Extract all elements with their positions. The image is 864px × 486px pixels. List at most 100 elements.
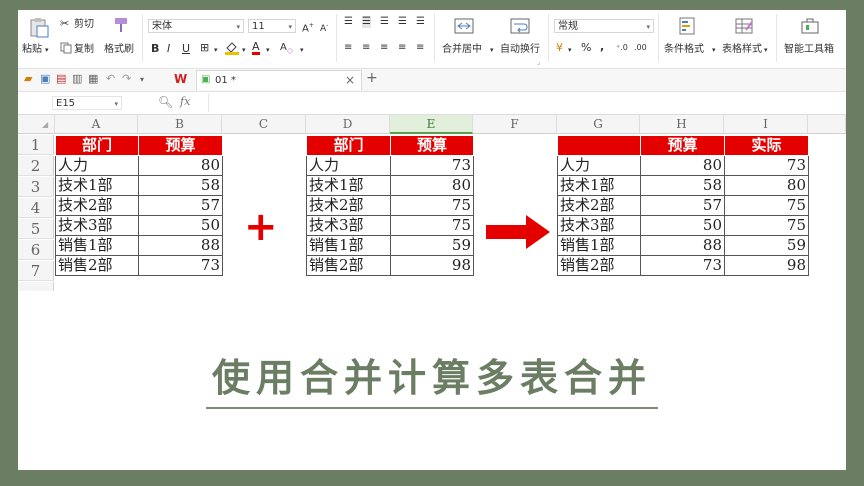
indent-icon[interactable]: ☰ (398, 16, 407, 28)
dept-cell[interactable]: 技术1部 (306, 175, 391, 196)
align-bottom-icon[interactable]: ☰ (380, 16, 389, 28)
row-header[interactable]: 4 (18, 198, 54, 218)
value-cell[interactable]: 50 (138, 215, 223, 236)
table-header-cell[interactable]: 预算 (640, 135, 725, 156)
underline-button[interactable]: U (182, 43, 190, 55)
chevron-down-icon[interactable]: ▾ (242, 44, 246, 56)
dept-cell[interactable]: 人力 (557, 155, 641, 176)
table-header-cell[interactable]: 部门 (55, 135, 139, 156)
decrease-decimal-icon[interactable]: .00 (634, 42, 647, 54)
column-header[interactable]: D (306, 115, 390, 134)
dept-cell[interactable]: 技术1部 (557, 175, 641, 196)
value-cell[interactable]: 73 (138, 255, 223, 276)
actual-cell[interactable]: 73 (724, 155, 809, 176)
borders-icon[interactable]: ⊞ (200, 42, 209, 54)
document-tab[interactable]: ▣ 01 * × (196, 70, 362, 90)
justify-icon[interactable]: ≡ (398, 42, 406, 54)
row-header[interactable]: 2 (18, 156, 54, 176)
align-top-icon[interactable]: ☰ (344, 16, 353, 28)
row-header[interactable]: 3 (18, 177, 54, 197)
export-pdf-icon[interactable]: ▤ (56, 73, 66, 85)
table-header-cell[interactable]: 预算 (390, 135, 474, 156)
dept-cell[interactable]: 销售1部 (306, 235, 391, 256)
worksheet-grid[interactable]: ◢ A B C D E F G H I 1 2 3 4 5 6 7 部门 预算 人… (18, 115, 846, 291)
clear-format-icon[interactable]: A◇ (280, 42, 293, 57)
column-header[interactable]: A (55, 115, 138, 134)
align-center-icon[interactable]: ≡ (362, 42, 370, 54)
row-header[interactable]: 5 (18, 219, 54, 239)
dept-cell[interactable]: 人力 (55, 155, 139, 176)
column-header[interactable]: B (138, 115, 222, 134)
column-header[interactable]: I (724, 115, 808, 134)
value-cell[interactable]: 73 (390, 155, 474, 176)
copy-icon[interactable] (60, 42, 72, 54)
dept-cell[interactable]: 技术3部 (557, 215, 641, 236)
undo-icon[interactable]: ↶ (106, 73, 115, 85)
conditional-format-icon[interactable] (678, 16, 698, 36)
value-cell[interactable]: 80 (138, 155, 223, 176)
align-middle-icon[interactable]: ☰ (362, 16, 371, 28)
dept-cell[interactable]: 技术3部 (55, 215, 139, 236)
paste-dropdown-icon[interactable]: ▾ (45, 44, 49, 56)
zoom-search-icon[interactable]: 🔍︎ (158, 96, 173, 108)
comma-button[interactable]: , (600, 41, 604, 53)
chevron-down-icon[interactable]: ▾ (266, 44, 270, 56)
actual-cell[interactable]: 98 (724, 255, 809, 276)
decrease-font-icon[interactable]: A- (320, 20, 328, 35)
save-icon[interactable]: ▣ (40, 73, 50, 85)
budget-cell[interactable]: 50 (640, 215, 725, 236)
table-header-cell[interactable]: 部门 (306, 135, 391, 156)
font-name-select[interactable]: 宋体 ▾ (148, 19, 244, 33)
value-cell[interactable]: 59 (390, 235, 474, 256)
table-header-cell[interactable] (557, 135, 641, 156)
open-folder-icon[interactable]: ▰ (24, 73, 32, 85)
row-header-partial[interactable] (18, 282, 54, 291)
actual-cell[interactable]: 59 (724, 235, 809, 256)
wrap-text-icon[interactable] (510, 16, 530, 36)
bold-button[interactable]: B (151, 43, 159, 55)
increase-font-icon[interactable]: A+ (302, 20, 314, 35)
column-header[interactable]: F (473, 115, 557, 134)
column-header[interactable]: G (557, 115, 640, 134)
cut-button[interactable]: 剪切 (74, 19, 94, 31)
table-style-icon[interactable] (734, 16, 754, 36)
value-cell[interactable]: 80 (390, 175, 474, 196)
dept-cell[interactable]: 销售2部 (55, 255, 139, 276)
dept-cell[interactable]: 技术2部 (55, 195, 139, 216)
dialog-launcher-icon[interactable]: ⌟ (537, 56, 540, 68)
smart-toolbox-button[interactable]: 智能工具箱 (784, 44, 834, 56)
font-color-icon[interactable]: A (252, 41, 260, 55)
dept-cell[interactable]: 技术2部 (557, 195, 641, 216)
dept-cell[interactable]: 人力 (306, 155, 391, 176)
distributed-icon[interactable]: ≡ (416, 42, 424, 54)
budget-cell[interactable]: 57 (640, 195, 725, 216)
new-tab-icon[interactable]: + (366, 71, 378, 85)
font-size-select[interactable]: 11 ▾ (248, 19, 296, 33)
value-cell[interactable]: 88 (138, 235, 223, 256)
print-preview-icon[interactable]: ▦ (88, 73, 98, 85)
row-header[interactable]: 1 (18, 135, 54, 155)
copy-button[interactable]: 复制 (74, 44, 94, 56)
budget-cell[interactable]: 73 (640, 255, 725, 276)
format-painter-icon[interactable] (112, 16, 130, 34)
merge-center-button[interactable]: 合并居中 (442, 44, 482, 56)
conditional-format-button[interactable]: 条件格式 (664, 44, 704, 56)
dept-cell[interactable]: 销售1部 (55, 235, 139, 256)
paste-icon[interactable] (28, 16, 50, 38)
dept-cell[interactable]: 销售2部 (557, 255, 641, 276)
table-header-cell[interactable]: 预算 (138, 135, 223, 156)
function-fx-icon[interactable]: fx (180, 96, 190, 108)
redo-icon[interactable]: ↷ (122, 73, 131, 85)
budget-cell[interactable]: 88 (640, 235, 725, 256)
value-cell[interactable]: 57 (138, 195, 223, 216)
value-cell[interactable]: 98 (390, 255, 474, 276)
toolbox-icon[interactable] (800, 16, 820, 36)
chevron-down-icon[interactable]: ▾ (490, 44, 494, 56)
number-format-select[interactable]: 常规 ▾ (554, 19, 654, 33)
italic-button[interactable]: I (167, 43, 170, 55)
print-icon[interactable]: ▥ (72, 73, 82, 85)
fill-color-icon[interactable] (224, 41, 240, 55)
scissors-icon[interactable]: ✂ (60, 18, 69, 30)
currency-icon[interactable]: ¥ (556, 42, 563, 54)
table-header-cell[interactable]: 实际 (724, 135, 809, 156)
